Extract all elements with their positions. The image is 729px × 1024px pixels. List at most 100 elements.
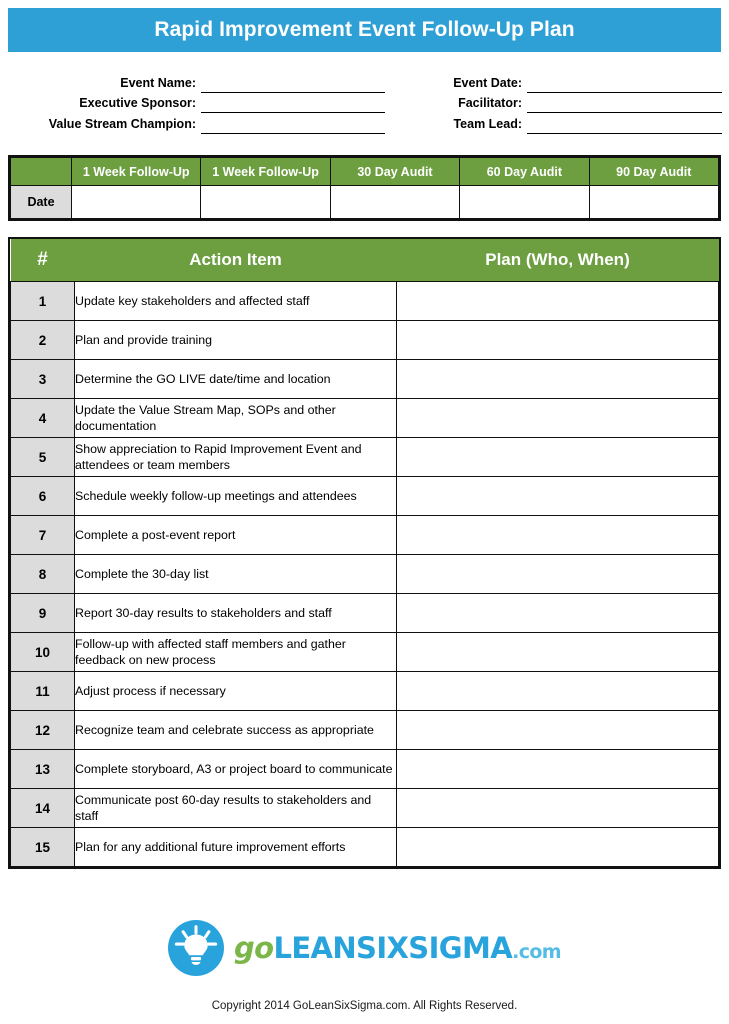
table-row: 9 Report 30-day results to stakeholders a…	[10, 593, 719, 633]
table-row: 6 Schedule weekly follow-up meetings and …	[10, 476, 719, 516]
action-row-item: Schedule weekly follow-up meetings and a…	[74, 476, 397, 516]
action-table-header-row: # Action Item Plan (Who, When)	[10, 239, 719, 282]
event-name-label: Event Name:	[120, 75, 196, 90]
page-title-banner: Rapid Improvement Event Follow-Up Plan	[8, 8, 721, 52]
action-row-number: 10	[10, 632, 75, 672]
form-row-value-stream-champion: Value Stream Champion:	[0, 113, 392, 134]
action-row-item: Follow-up with affected staff members an…	[74, 632, 397, 672]
action-row-plan-input[interactable]	[396, 398, 719, 438]
table-row: 7 Complete a post-event report	[10, 515, 719, 555]
audit-column-header-0: 1 Week Follow-Up	[70, 157, 202, 186]
action-row-item: Plan for any additional future improveme…	[74, 827, 397, 867]
event-info-left-column: Event Name: Executive Sponsor: Value Str…	[0, 72, 392, 134]
logo-word-main: LEANSIXSIGMA	[273, 930, 513, 965]
action-row-item: Recognize team and celebrate success as …	[74, 710, 397, 750]
executive-sponsor-field[interactable]	[201, 95, 385, 113]
executive-sponsor-label: Executive Sponsor:	[79, 96, 196, 110]
form-row-team-lead: Team Lead:	[400, 113, 729, 134]
value-stream-champion-label: Value Stream Champion:	[48, 116, 196, 131]
facilitator-label: Facilitator:	[458, 96, 522, 110]
value-stream-champion-field[interactable]	[201, 116, 385, 134]
action-row-plan-input[interactable]	[396, 632, 719, 672]
action-header-plan: Plan (Who, When)	[396, 239, 719, 282]
action-row-item: Report 30-day results to stakeholders an…	[74, 593, 397, 633]
action-row-item: Complete storyboard, A3 or project board…	[74, 749, 397, 789]
form-row-executive-sponsor: Executive Sponsor:	[0, 93, 392, 113]
event-date-label: Event Date:	[453, 75, 522, 90]
action-row-plan-input[interactable]	[396, 827, 719, 867]
action-header-item: Action Item	[74, 239, 397, 282]
action-row-number: 3	[10, 359, 75, 399]
audit-schedule-corner-cell	[10, 157, 72, 186]
form-row-facilitator: Facilitator:	[400, 93, 729, 113]
event-name-field[interactable]	[201, 75, 385, 93]
table-row: 3 Determine the GO LIVE date/time and loc…	[10, 359, 719, 399]
action-row-plan-input[interactable]	[396, 359, 719, 399]
table-row: 2 Plan and provide training	[10, 320, 719, 360]
action-row-plan-input[interactable]	[396, 593, 719, 633]
table-row: 10 Follow-up with affected staff members …	[10, 632, 719, 672]
action-row-number: 9	[10, 593, 75, 633]
logo-wordmark: goLEANSIXSIGMA.com	[233, 930, 562, 965]
date-entry-0[interactable]	[70, 185, 202, 219]
action-row-plan-input[interactable]	[396, 437, 719, 477]
lightbulb-icon	[167, 920, 224, 976]
date-row-label: Date	[10, 185, 72, 219]
action-row-item: Update the Value Stream Map, SOPs and ot…	[74, 398, 397, 438]
action-table-body: 1 Update key stakeholders and affected st…	[10, 281, 719, 867]
action-row-item: Adjust process if necessary	[74, 671, 397, 711]
action-item-table: # Action Item Plan (Who, When) 1 Update k…	[8, 237, 721, 869]
event-info-form: Event Name: Executive Sponsor: Value Str…	[0, 72, 729, 134]
action-row-plan-input[interactable]	[396, 476, 719, 516]
audit-schedule-table: 1 Week Follow-Up 1 Week Follow-Up 30 Day…	[8, 155, 721, 221]
action-header-number: #	[10, 239, 75, 282]
action-row-item: Update key stakeholders and affected sta…	[74, 281, 397, 321]
form-row-event-name: Event Name:	[0, 72, 392, 93]
action-row-number: 6	[10, 476, 75, 516]
action-row-item: Plan and provide training	[74, 320, 397, 360]
audit-schedule-date-row: Date	[10, 185, 720, 219]
team-lead-field[interactable]	[527, 116, 722, 134]
page-title: Rapid Improvement Event Follow-Up Plan	[154, 18, 575, 41]
action-row-item: Communicate post 60-day results to stake…	[74, 788, 397, 828]
action-row-number: 15	[10, 827, 75, 867]
table-row: 13 Complete storyboard, A3 or project boa…	[10, 749, 719, 789]
logo-word-go: go	[233, 930, 274, 965]
action-row-number: 12	[10, 710, 75, 750]
form-row-event-date: Event Date:	[400, 72, 729, 93]
action-row-plan-input[interactable]	[396, 749, 719, 789]
action-row-plan-input[interactable]	[396, 515, 719, 555]
date-entry-2[interactable]	[329, 185, 461, 219]
brand-logo: goLEANSIXSIGMA.com	[0, 920, 729, 976]
action-row-number: 2	[10, 320, 75, 360]
audit-column-header-3: 60 Day Audit	[459, 157, 590, 186]
logo-word-com: .com	[512, 940, 562, 963]
action-row-number: 7	[10, 515, 75, 555]
action-row-number: 8	[10, 554, 75, 594]
facilitator-field[interactable]	[527, 95, 722, 113]
table-row: 1 Update key stakeholders and affected st…	[10, 281, 719, 321]
audit-column-header-2: 30 Day Audit	[329, 157, 461, 186]
date-entry-1[interactable]	[200, 185, 331, 219]
action-row-number: 13	[10, 749, 75, 789]
action-row-item: Complete a post-event report	[74, 515, 397, 555]
audit-column-header-4: 90 Day Audit	[588, 157, 720, 186]
date-entry-4[interactable]	[588, 185, 720, 219]
action-row-number: 5	[10, 437, 75, 477]
event-info-right-column: Event Date: Facilitator: Team Lead:	[400, 72, 729, 134]
table-row: 14 Communicate post 60-day results to sta…	[10, 788, 719, 828]
action-row-plan-input[interactable]	[396, 671, 719, 711]
event-date-field[interactable]	[527, 75, 722, 93]
table-row: 15 Plan for any additional future improve…	[10, 827, 719, 867]
action-row-plan-input[interactable]	[396, 554, 719, 594]
action-row-item: Complete the 30-day list	[74, 554, 397, 594]
action-row-plan-input[interactable]	[396, 281, 719, 321]
table-row: 12 Recognize team and celebrate success a…	[10, 710, 719, 750]
team-lead-label: Team Lead:	[453, 116, 522, 131]
action-row-item: Show appreciation to Rapid Improvement E…	[74, 437, 397, 477]
table-row: 8 Complete the 30-day list	[10, 554, 719, 594]
action-row-plan-input[interactable]	[396, 788, 719, 828]
date-entry-3[interactable]	[459, 185, 590, 219]
action-row-plan-input[interactable]	[396, 710, 719, 750]
action-row-plan-input[interactable]	[396, 320, 719, 360]
